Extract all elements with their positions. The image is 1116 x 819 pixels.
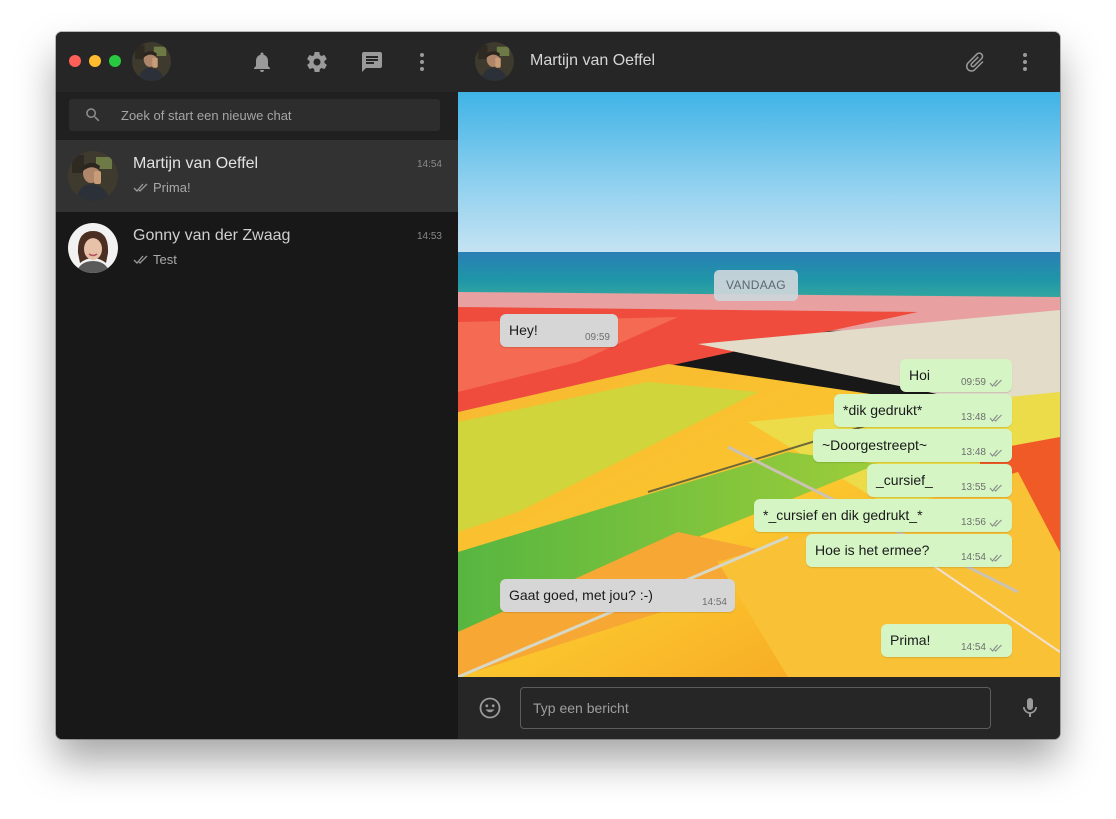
message-meta: 13:48 [961, 412, 1004, 423]
message-meta: 13:55 [961, 482, 1004, 493]
message-meta: 14:54 [702, 597, 727, 608]
chat-preview-text: Prima! [153, 180, 191, 195]
sidebar-header [56, 32, 458, 92]
message-bubble-outgoing[interactable]: _cursief_ 13:55 [867, 464, 1012, 497]
emoji-icon[interactable] [478, 696, 502, 720]
sidebar: Martijn van Oeffel 14:54 Prima! [56, 32, 458, 739]
message-text: Gaat goed, met jou? :-) [509, 587, 653, 603]
search-icon [86, 108, 100, 122]
chat-background: VANDAAG Hey! 09:59 Hoi 09:59 *dik gedruk… [458, 92, 1060, 677]
window-minimize-button[interactable] [89, 55, 101, 67]
chat-list-item[interactable]: Gonny van der Zwaag 14:53 Test [56, 212, 458, 284]
message-time: 09:59 [960, 377, 986, 388]
message-bubble-outgoing[interactable]: *_cursief en dik gedrukt_* 13:56 [754, 499, 1012, 532]
message-text: *_cursief en dik gedrukt_* [763, 507, 923, 523]
window-close-button[interactable] [69, 55, 81, 67]
avatar [68, 223, 118, 273]
new-chat-icon[interactable] [360, 50, 384, 74]
message-input-box[interactable] [520, 687, 991, 729]
message-composer [458, 677, 1060, 739]
double-check-icon [989, 414, 1002, 422]
message-meta: 09:59 [961, 377, 1004, 388]
message-input[interactable] [533, 688, 973, 728]
chat-name: Gonny van der Zwaag [133, 227, 291, 244]
message-time: 09:59 [584, 332, 610, 343]
window-maximize-button[interactable] [109, 55, 121, 67]
message-meta: 13:48 [961, 447, 1004, 458]
chat-preview: Prima! [133, 180, 191, 195]
double-check-icon [989, 484, 1002, 492]
message-meta: 14:54 [961, 552, 1004, 563]
message-meta: 09:59 [585, 332, 610, 343]
message-text: Hoe is het ermee? [815, 542, 930, 558]
message-bubble-outgoing[interactable]: Prima! 14:54 [881, 624, 1012, 657]
sidebar-menu-icon[interactable] [410, 50, 434, 74]
chat-name: Martijn van Oeffel [133, 155, 259, 172]
double-check-icon [133, 183, 148, 192]
message-time: 13:48 [960, 447, 986, 458]
message-bubble-outgoing[interactable]: ~Doorgestreept~ 13:48 [813, 429, 1012, 462]
microphone-icon[interactable] [1018, 696, 1042, 720]
message-meta: 14:54 [961, 642, 1004, 653]
chat-time: 14:53 [416, 231, 442, 242]
settings-gear-icon[interactable] [305, 50, 329, 74]
avatar [68, 151, 118, 201]
contact-name[interactable]: Martijn van Oeffel [530, 52, 655, 70]
conversation-menu-icon[interactable] [1013, 50, 1037, 74]
search-box[interactable] [69, 99, 440, 131]
message-bubble-incoming[interactable]: Hey! 09:59 [500, 314, 618, 347]
message-time: 14:54 [960, 642, 986, 653]
message-bubble-outgoing[interactable]: *dik gedrukt* 13:48 [834, 394, 1012, 427]
message-meta: 13:56 [961, 517, 1004, 528]
double-check-icon [989, 379, 1002, 387]
message-text: ~Doorgestreept~ [822, 437, 928, 453]
app-window: Martijn van Oeffel 14:54 Prima! [56, 32, 1060, 739]
conversation-header: Martijn van Oeffel [458, 32, 1060, 92]
search-input[interactable] [121, 99, 421, 131]
contact-avatar[interactable] [475, 42, 514, 81]
message-time: 13:56 [960, 517, 986, 528]
message-time: 13:55 [960, 482, 986, 493]
message-time: 14:54 [701, 597, 727, 608]
chat-preview: Test [133, 252, 177, 267]
message-text: Hoi [909, 367, 931, 383]
chat-preview-text: Test [153, 252, 177, 267]
chat-time: 14:54 [416, 159, 442, 170]
double-check-icon [989, 554, 1002, 562]
double-check-icon [133, 255, 148, 264]
message-text: Hey! [509, 322, 538, 338]
notifications-bell-icon[interactable] [250, 50, 274, 74]
message-text: Prima! [890, 632, 931, 648]
message-bubble-incoming[interactable]: Gaat goed, met jou? :-) 14:54 [500, 579, 735, 612]
day-separator: VANDAAG [714, 270, 798, 301]
message-bubble-outgoing[interactable]: Hoi 09:59 [900, 359, 1012, 392]
search-bar [56, 92, 458, 140]
profile-avatar[interactable] [132, 42, 171, 81]
message-text: *dik gedrukt* [843, 402, 923, 418]
double-check-icon [989, 644, 1002, 652]
conversation-pane: Martijn van Oeffel VANDAAG Hey! 09:59 Ho… [458, 32, 1060, 739]
double-check-icon [989, 519, 1002, 527]
message-time: 13:48 [960, 412, 986, 423]
paperclip-icon[interactable] [963, 50, 987, 74]
message-text: _cursief_ [876, 472, 933, 488]
double-check-icon [989, 449, 1002, 457]
message-bubble-outgoing[interactable]: Hoe is het ermee? 14:54 [806, 534, 1012, 567]
message-time: 14:54 [960, 552, 986, 563]
chat-list-item[interactable]: Martijn van Oeffel 14:54 Prima! [56, 140, 458, 212]
